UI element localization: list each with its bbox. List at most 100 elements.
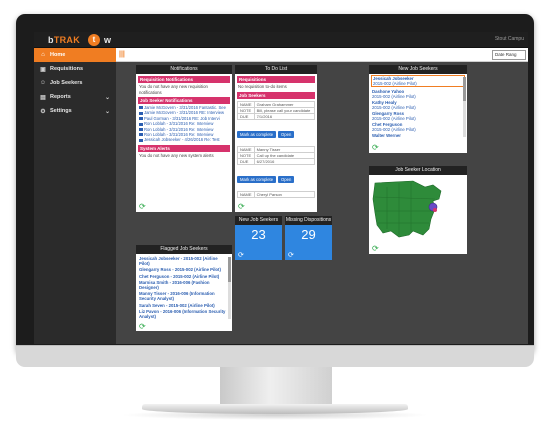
sidebar-item-label: Reports [50, 94, 71, 100]
refresh-icon[interactable]: ⟳ [139, 202, 146, 211]
flagged-list: Jessicah Jobseeker - 2015-002 (Airline P… [136, 256, 232, 319]
name-label: NAME [237, 190, 255, 198]
refresh-icon[interactable]: ⟳ [372, 244, 379, 253]
envelope-icon [139, 122, 143, 126]
top-bar: bTRAK t w Stout Campu [34, 32, 528, 48]
briefcase-icon: ▣ [40, 66, 46, 73]
map-marker[interactable] [433, 208, 437, 212]
sidebar: ⌂ Home ▣ Requisitions ☺ Job Seekers ▤ Re… [34, 48, 116, 344]
refresh-icon[interactable]: ⟳ [238, 251, 244, 259]
flagged-seekers-panel: Flagged Job Seekers Jessicah Jobseeker -… [136, 245, 232, 331]
seeker-notifications-heading: Job Seeker Notifications [138, 97, 230, 104]
list-item[interactable]: Kathy Healy 2015-002 (Airline Pilot) [369, 99, 467, 110]
content-header: ||| Date Rang [116, 48, 528, 62]
list-item[interactable]: Glengarry Ross 2015-002 (Airline Pilot) [369, 110, 467, 121]
monitor-stand-neck [220, 367, 332, 409]
mark-complete-button[interactable]: Mark as complete [237, 175, 277, 183]
list-item[interactable]: Walter Werner [369, 132, 467, 138]
panel-title: Flagged Job Seekers [136, 245, 232, 254]
requisition-notifications-empty: You do not have any new requisition noti… [139, 84, 208, 95]
list-item[interactable]: Jessicah Jobseeker - 2015-002 (Airline P… [136, 256, 232, 266]
todo-task: NAME Manny Tisser NOTE Call up the candida… [237, 145, 316, 165]
sidebar-item-label: Settings [50, 108, 72, 114]
envelope-icon [139, 117, 143, 121]
notification-item[interactable]: Jessicah Jobseeker - 4/26/2016 Re: Test [136, 137, 232, 142]
sidebar-item-label: Home [50, 52, 66, 58]
due-label: DUE [237, 112, 255, 120]
logo-badge-icon: t [88, 34, 100, 46]
sidebar-item-settings[interactable]: ⚙ Settings ⌄ [34, 104, 116, 118]
envelope-icon [139, 106, 143, 110]
list-item[interactable]: Chet Ferguson 2015-002 (Airline Pilot) [369, 121, 467, 132]
scrollbar[interactable] [463, 77, 466, 137]
user-menu[interactable]: Stout Campu [495, 36, 524, 42]
new-seekers-count: 23 [251, 227, 266, 242]
sidebar-item-label: Requisitions [50, 66, 84, 72]
sidebar-item-job-seekers[interactable]: ☺ Job Seekers [34, 76, 116, 90]
seeker-location-map[interactable] [369, 177, 467, 241]
desktop-scene: bTRAK t w Stout Campu ⌂ Home ▣ Requisiti… [0, 0, 550, 427]
date-range-select[interactable]: Date Rang [492, 50, 526, 60]
list-item[interactable]: Marnisa Smith - 2016-006 (Fashion Design… [136, 280, 232, 290]
open-button[interactable]: Open [278, 175, 295, 183]
task-actions: Mark as complete Open [235, 165, 317, 189]
document-icon: ▤ [40, 94, 46, 101]
system-alerts-heading: System Alerts [138, 144, 230, 152]
dashboard: Notifications Requisition Notifications … [116, 62, 528, 344]
panel-title: New Job Seekers [369, 65, 467, 74]
sidebar-item-label: Job Seekers [50, 80, 83, 86]
task-due: 6/27/2016 [253, 157, 316, 165]
envelope-icon [139, 133, 143, 137]
list-item[interactable]: Liz Pavon - 2016-006 (Information Securi… [136, 309, 232, 319]
open-button[interactable]: Open [278, 130, 295, 138]
sidebar-item-reports[interactable]: ▤ Reports ⌄ [34, 90, 116, 104]
due-label: DUE [237, 157, 255, 165]
envelope-icon [139, 138, 143, 142]
seeker-req: 2015-002 (Airline Pilot) [373, 81, 417, 86]
menu-toggle-icon[interactable]: ||| [119, 51, 125, 58]
home-icon: ⌂ [41, 52, 45, 58]
panel-title: To Do List [235, 65, 317, 74]
logo-suffix: w [104, 35, 112, 45]
todo-task: NAME Cheryl Parson [237, 190, 316, 198]
sidebar-item-home[interactable]: ⌂ Home [34, 48, 116, 62]
scrollbar[interactable] [228, 257, 231, 319]
app-logo[interactable]: bTRAK [48, 35, 80, 45]
chevron-down-icon: ⌄ [104, 94, 110, 101]
notifications-panel: Notifications Requisition Notifications … [136, 65, 232, 212]
tile-title: New Job Seekers [235, 216, 282, 225]
requisition-notifications-heading: Requisition Notifications [138, 76, 230, 83]
tile-title: Missing Dispositions [285, 216, 332, 225]
name-label: NAME [237, 145, 255, 153]
system-alerts-empty: You do not have any new system alerts [139, 152, 214, 158]
todo-panel: To Do List Requisitions No requisition t… [235, 65, 317, 212]
envelope-icon [139, 128, 143, 132]
todo-seekers-heading: Job Seekers [237, 91, 315, 99]
mark-complete-button[interactable]: Mark as complete [237, 130, 277, 138]
todo-requisitions-heading: Requisitions [237, 76, 315, 83]
new-seekers-stat-tile[interactable]: New Job Seekers 23 ⟳ [235, 216, 282, 260]
app-screen: bTRAK t w Stout Campu ⌂ Home ▣ Requisiti… [34, 32, 528, 344]
sidebar-item-requisitions[interactable]: ▣ Requisitions [34, 62, 116, 76]
refresh-icon[interactable]: ⟳ [139, 322, 146, 331]
missing-dispositions-stat-tile[interactable]: Missing Dispositions 29 ⟳ [285, 216, 332, 260]
task-actions: Mark as complete Open [235, 120, 317, 144]
list-item[interactable]: Sarah Seven - 2015-002 (Airline Pilot) [136, 303, 232, 308]
todo-requisitions-empty: No requisition to-do items [238, 84, 287, 89]
list-item[interactable]: Dashone Yahoo 2015-002 (Airline Pilot) [369, 88, 467, 99]
refresh-icon[interactable]: ⟳ [288, 251, 294, 259]
chevron-down-icon: ⌄ [104, 108, 110, 115]
list-item[interactable]: Glengarry Ross - 2015-002 (Airline Pilot… [136, 267, 232, 272]
list-item[interactable]: Chet Ferguson - 2015-002 (Airline Pilot) [136, 274, 232, 279]
todo-task: NAME Graham Grahammer NOTE Bill, please ca… [237, 100, 316, 120]
missing-dispositions-count: 29 [301, 227, 316, 242]
name-label: NAME [237, 100, 255, 108]
location-panel: Job Seeker Location ⟳ [369, 166, 467, 254]
list-item[interactable]: Manny Tisser - 2016-006 (Information Sec… [136, 291, 232, 301]
users-icon: ☺ [39, 80, 47, 86]
task-due: 7/1/2016 [253, 112, 316, 120]
refresh-icon[interactable]: ⟳ [372, 143, 379, 152]
monitor-stand-base [142, 404, 408, 414]
list-item[interactable]: Jessicah Jobseeker 2015-002 (Airline Pilo… [371, 75, 465, 87]
refresh-icon[interactable]: ⟳ [238, 202, 245, 211]
